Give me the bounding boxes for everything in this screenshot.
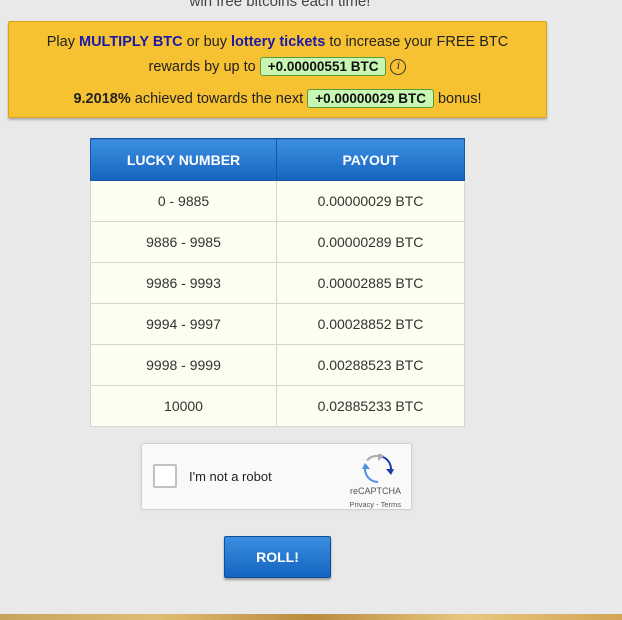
table-header-row: LUCKY NUMBER PAYOUT (90, 138, 465, 181)
lottery-tickets-link[interactable]: lottery tickets (231, 34, 325, 50)
payout-header: PAYOUT (276, 138, 465, 181)
lucky-number-cell: 9986 - 9993 (90, 262, 277, 304)
recaptcha-logo-icon (362, 454, 394, 483)
payout-cell: 0.00002885 BTC (276, 262, 465, 304)
table-row: 9986 - 9993 0.00002885 BTC (90, 262, 465, 304)
payout-cell: 0.00000029 BTC (276, 180, 465, 222)
table-row: 9994 - 9997 0.00028852 BTC (90, 303, 465, 345)
table-row: 9998 - 9999 0.00288523 BTC (90, 344, 465, 386)
lucky-number-cell: 9998 - 9999 (90, 344, 277, 386)
bonus-amount-badge: +0.00000029 BTC (307, 89, 434, 108)
page-heading-cut: win free bitcoins each time! (189, 0, 371, 10)
banner-line-2: rewards by up to +0.00000551 BTC i (9, 57, 546, 76)
lucky-number-cell: 10000 (90, 385, 277, 427)
lucky-number-cell: 9886 - 9985 (90, 221, 277, 263)
recaptcha-label: I'm not a robot (189, 469, 272, 484)
multiply-btc-link[interactable]: MULTIPLY BTC (79, 34, 183, 50)
payout-cell: 0.02885233 BTC (276, 385, 465, 427)
table-row: 0 - 9885 0.00000029 BTC (90, 180, 465, 222)
payout-cell: 0.00288523 BTC (276, 344, 465, 386)
rewards-amount-badge: +0.00000551 BTC (259, 57, 387, 76)
recaptcha-privacy-terms[interactable]: Privacy - Terms (349, 500, 401, 509)
table-row: 10000 0.02885233 BTC (90, 385, 465, 427)
info-icon[interactable]: i (390, 59, 407, 76)
lucky-number-cell: 0 - 9885 (90, 180, 277, 222)
payout-cell: 0.00000289 BTC (276, 221, 465, 263)
achieved-percent: 9.2018% (73, 91, 131, 107)
roll-button[interactable]: ROLL! (224, 536, 331, 578)
banner-line-1: Play MULTIPLY BTC or buy lottery tickets… (46, 34, 509, 50)
recaptcha-brand: reCAPTCHA (349, 486, 401, 496)
table-row: 9886 - 9985 0.00000289 BTC (90, 221, 465, 263)
bonus-banner: Play MULTIPLY BTC or buy lottery tickets… (8, 21, 547, 118)
footer-image-strip (0, 614, 622, 620)
banner-line-3: 9.2018% achieved towards the next +0.000… (73, 89, 482, 108)
recaptcha-checkbox[interactable] (153, 464, 177, 488)
lucky-number-cell: 9994 - 9997 (90, 303, 277, 345)
lucky-number-header: LUCKY NUMBER (90, 138, 277, 181)
payout-table: LUCKY NUMBER PAYOUT 0 - 9885 0.00000029 … (90, 138, 465, 427)
recaptcha-widget: I'm not a robot reCAPTCHA Privacy - Term… (141, 443, 412, 510)
payout-cell: 0.00028852 BTC (276, 303, 465, 345)
